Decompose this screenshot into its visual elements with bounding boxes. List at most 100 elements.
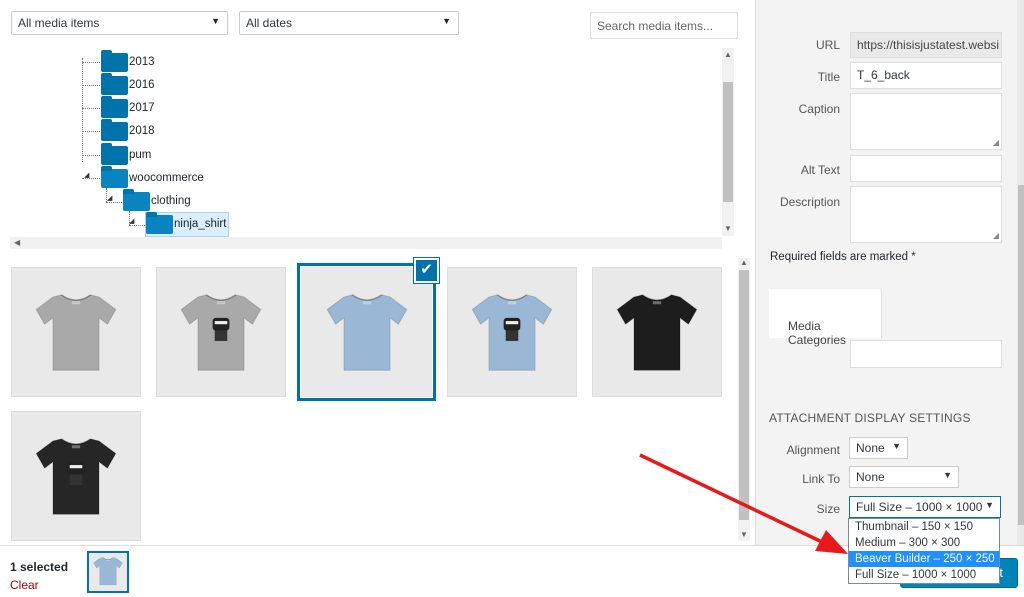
media-type-filter-value: All media items — [18, 16, 100, 30]
size-option-full[interactable]: Full Size – 1000 × 1000 — [849, 567, 999, 583]
size-select[interactable]: Full Size – 1000 × 1000 ▼ — [849, 496, 1001, 518]
attachment-details-sidebar: URL https://thisisjustatest.websi Title … — [755, 0, 1024, 545]
size-dropdown-list[interactable]: Thumbnail – 150 × 150 Medium – 300 × 300… — [848, 518, 1000, 584]
check-icon[interactable]: ✔ — [414, 258, 439, 283]
alignment-select[interactable]: None ▼ — [849, 437, 908, 459]
folder-tree: ◢ ◢ ◢ 2013 2016 2017 2018 pum woocommerc… — [10, 48, 734, 238]
folder-label: 2017 — [129, 102, 155, 114]
tree-connector — [82, 58, 83, 162]
folder-icon — [101, 118, 128, 141]
description-field[interactable]: ◢ — [850, 186, 1002, 243]
folder-icon — [101, 72, 128, 95]
selected-attachment-thumbnail[interactable] — [87, 551, 129, 593]
scroll-left-icon[interactable]: ◀ — [14, 238, 20, 247]
scroll-down-icon[interactable]: ▼ — [724, 224, 732, 233]
folder-node-clothing[interactable]: clothing — [123, 188, 191, 212]
caption-field[interactable]: ◢ — [850, 93, 1002, 150]
attachment-t-shirt-gray-back[interactable] — [11, 267, 141, 397]
attachment-t-shirt-black-back[interactable] — [592, 267, 722, 397]
resize-handle-icon[interactable]: ◢ — [993, 138, 999, 147]
size-option-medium[interactable]: Medium – 300 × 300 — [849, 535, 999, 551]
folder-node-2017[interactable]: 2017 — [101, 95, 155, 119]
chevron-down-icon: ▼ — [985, 500, 994, 510]
url-field[interactable]: https://thisisjustatest.websi — [850, 32, 1002, 58]
clear-selection-link[interactable]: Clear — [10, 578, 39, 592]
url-value: https://thisisjustatest.websi — [857, 38, 1000, 52]
caption-label: Caption — [798, 102, 840, 116]
grid-vertical-scrollbar[interactable]: ▲ ▼ — [738, 258, 750, 541]
search-placeholder: Search media items... — [597, 19, 714, 33]
media-categories-field[interactable] — [850, 340, 1002, 368]
tree-connector — [129, 225, 145, 226]
link-to-value: None — [856, 470, 885, 484]
folder-node-2016[interactable]: 2016 — [101, 72, 155, 96]
url-label: URL — [815, 38, 840, 52]
tree-horizontal-scrollbar[interactable]: ◀ — [10, 237, 722, 249]
size-value: Full Size – 1000 × 1000 — [856, 500, 983, 514]
title-field[interactable]: T_6_back — [850, 62, 1002, 89]
folder-label: woocommerce — [129, 172, 204, 184]
folder-icon — [101, 142, 128, 165]
scroll-up-icon[interactable]: ▲ — [740, 258, 748, 267]
folder-label: pum — [129, 149, 152, 161]
date-filter-value: All dates — [246, 16, 293, 30]
required-note: Required fields are marked * — [770, 251, 916, 263]
attachment-t-shirt-gray-ninja[interactable] — [156, 267, 286, 397]
scroll-up-icon[interactable]: ▲ — [724, 50, 732, 59]
scrollbar-thumb[interactable] — [1018, 185, 1024, 525]
t-shirt-image — [613, 287, 701, 378]
folder-node-2013[interactable]: 2013 — [101, 49, 155, 73]
sidebar-vertical-scrollbar[interactable] — [1017, 0, 1024, 545]
scrollbar-thumb[interactable] — [739, 270, 749, 520]
selection-count: 1 selected — [10, 560, 69, 574]
size-option-beaver-builder[interactable]: Beaver Builder – 250 × 250 — [849, 551, 999, 567]
alignment-label: Alignment — [786, 443, 840, 457]
tree-connector — [82, 62, 100, 63]
tree-connector — [82, 108, 100, 109]
tree-connector — [106, 202, 122, 203]
attachment-t-shirt-black-ninja[interactable] — [11, 411, 141, 541]
media-library-pane: All media items ▼ All dates ▼ Search med… — [0, 0, 755, 545]
link-to-select[interactable]: None ▼ — [849, 466, 959, 488]
folder-open-icon — [123, 188, 150, 211]
tree-connector — [82, 131, 100, 132]
t-shirt-image — [92, 555, 124, 590]
media-type-filter[interactable]: All media items ▼ — [11, 11, 228, 35]
folder-node-ninja-shirt[interactable]: ninja_shirt — [145, 211, 230, 237]
folder-node-2018[interactable]: 2018 — [101, 118, 155, 142]
folder-node-woocommerce[interactable]: woocommerce — [101, 165, 204, 189]
t-shirt-image — [32, 287, 120, 378]
chevron-down-icon: ▼ — [943, 470, 952, 480]
alt-text-label: Alt Text — [800, 163, 840, 177]
scrollbar-thumb[interactable] — [723, 82, 733, 202]
selected-folder-highlight: ninja_shirt — [145, 211, 230, 237]
folder-open-icon — [101, 165, 128, 188]
t-shirt-image — [323, 287, 411, 378]
search-input[interactable]: Search media items... — [590, 12, 738, 39]
display-settings-heading: ATTACHMENT DISPLAY SETTINGS — [769, 411, 971, 425]
collapse-arrow-icon[interactable]: ◢ — [84, 172, 89, 179]
folder-node-pum[interactable]: pum — [101, 142, 152, 166]
resize-handle-icon[interactable]: ◢ — [993, 231, 999, 240]
folder-label: 2018 — [129, 125, 155, 137]
size-option-thumbnail[interactable]: Thumbnail – 150 × 150 — [849, 519, 999, 535]
attachment-t-shirt-blue-ninja[interactable] — [447, 267, 577, 397]
tree-connector — [82, 85, 100, 86]
alt-text-field[interactable] — [850, 155, 1002, 182]
tree-connector — [82, 155, 100, 156]
title-label: Title — [817, 70, 840, 84]
collapse-arrow-icon[interactable]: ◢ — [107, 195, 112, 202]
link-to-label: Link To — [802, 472, 840, 486]
tree-vertical-scrollbar[interactable]: ▲ ▼ — [722, 48, 734, 236]
alignment-value: None — [856, 441, 885, 455]
folder-label: 2013 — [129, 56, 155, 68]
attachment-t-shirt-blue-back[interactable] — [297, 263, 436, 401]
folder-icon — [101, 49, 128, 72]
t-shirt-image — [468, 287, 556, 378]
folder-label: clothing — [151, 195, 191, 207]
collapse-arrow-icon[interactable]: ◢ — [129, 218, 134, 225]
folder-open-icon — [146, 211, 173, 234]
date-filter[interactable]: All dates ▼ — [239, 11, 459, 35]
scroll-down-icon[interactable]: ▼ — [740, 530, 748, 539]
media-categories-tab[interactable]: Media Categories — [769, 288, 882, 347]
